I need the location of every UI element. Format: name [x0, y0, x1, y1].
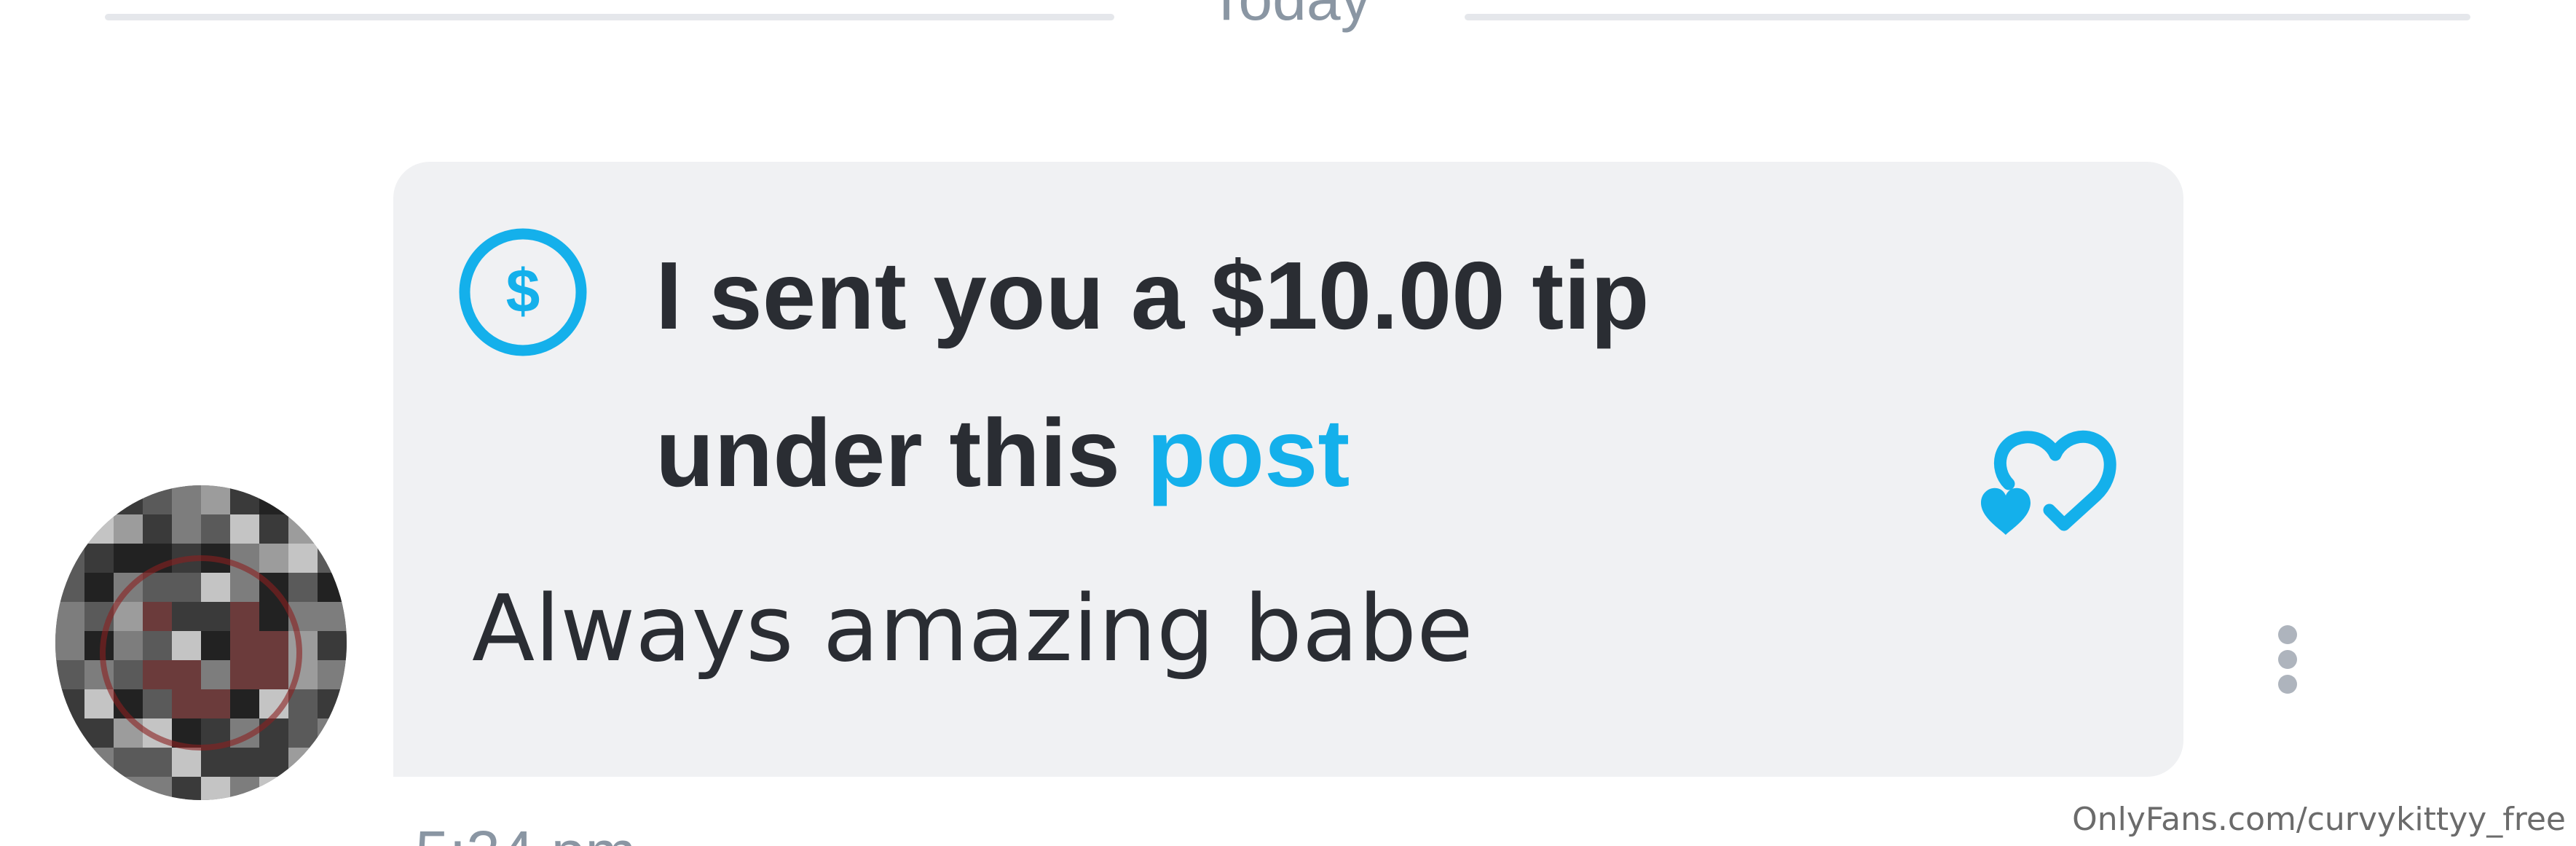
tip-message-prefix: under this [655, 399, 1147, 506]
message-timestamp: 5:24 pm [415, 822, 637, 846]
more-dot [2278, 675, 2297, 694]
date-divider-line-left [105, 14, 1114, 20]
svg-text:$: $ [506, 256, 540, 325]
post-link[interactable]: post [1147, 399, 1350, 506]
more-options-button[interactable] [2264, 621, 2310, 702]
chat-screen: Today $ I sent you a $10.00 tip under th… [0, 0, 2576, 846]
message-text: Always amazing babe [472, 575, 1473, 682]
more-dot [2278, 650, 2297, 669]
date-divider-line-right [1465, 14, 2470, 20]
watermark: OnlyFans.com/curvykittyy_free [2072, 801, 2566, 838]
dollar-circle-icon: $ [457, 226, 589, 359]
date-divider-label: Today [1114, 0, 1465, 29]
more-dot [2278, 625, 2297, 644]
tip-message-line-1: I sent you a $10.00 tip [655, 242, 1650, 349]
heart-like-icon[interactable] [1980, 426, 2121, 539]
tip-message-line-2: under this post [655, 405, 1350, 501]
avatar[interactable] [55, 485, 347, 800]
